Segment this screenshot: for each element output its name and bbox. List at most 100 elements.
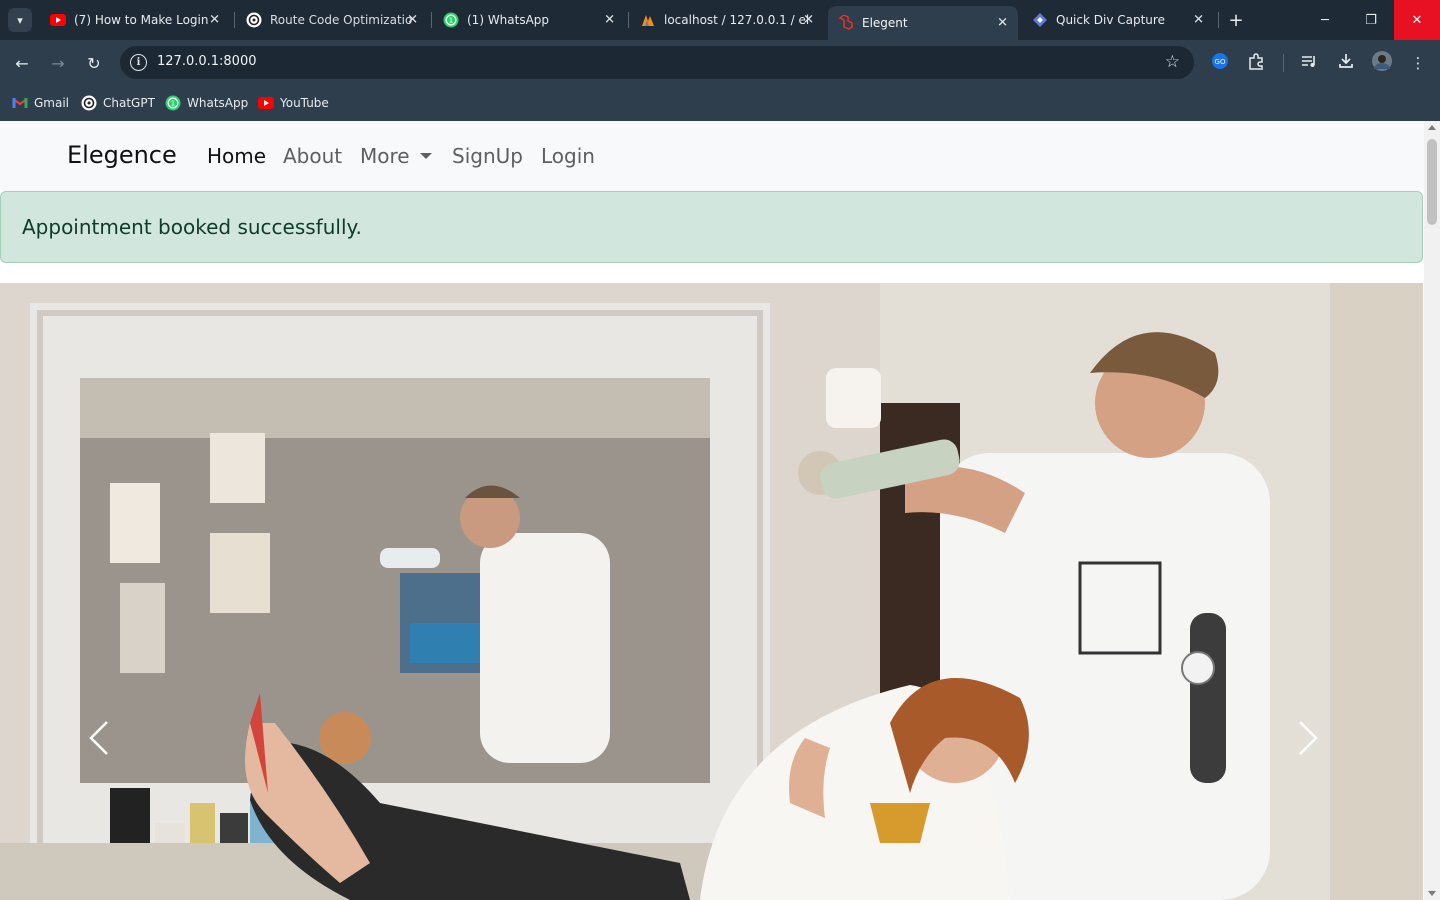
nav-dropdown-more[interactable]: More <box>360 144 432 168</box>
site-info-icon[interactable]: i <box>130 54 147 71</box>
address-url[interactable]: 127.0.0.1:8000 <box>157 54 257 69</box>
bookmarks-bar: Gmail ChatGPT 1 WhatsApp YouTube <box>0 85 1440 121</box>
tab-title: (1) WhatsApp <box>467 13 550 27</box>
downloads-button[interactable] <box>1334 51 1358 75</box>
minimize-window-button[interactable]: ─ <box>1302 0 1348 40</box>
reload-button[interactable]: ↻ <box>82 51 106 75</box>
tab-search-button[interactable]: ▾ <box>8 8 32 32</box>
svg-text:1: 1 <box>449 17 453 25</box>
tab-title: localhost / 127.0.0.1 / el <box>664 13 810 27</box>
restore-window-button[interactable]: ❐ <box>1348 0 1394 40</box>
chatgpt-icon <box>81 95 97 111</box>
kebab-menu-icon: ⋮ <box>1410 54 1426 72</box>
scroll-down-arrow-icon[interactable] <box>1428 891 1436 896</box>
download-icon <box>1337 52 1355 74</box>
extension-button[interactable]: GO <box>1208 51 1232 75</box>
bookmark-label: WhatsApp <box>187 96 249 110</box>
tab-separator <box>628 12 629 28</box>
browser-tab[interactable]: Route Code Optimizatio ✕ <box>236 6 428 34</box>
tab-title: Elegent <box>862 16 908 30</box>
nav-dropdown-label: More <box>360 144 410 168</box>
toolbar-separator <box>1283 54 1284 72</box>
bookmark-youtube[interactable]: YouTube <box>258 92 329 114</box>
whatsapp-icon: 1 <box>165 95 181 111</box>
tab-separator <box>1218 12 1219 28</box>
youtube-icon <box>258 95 274 111</box>
profile-button[interactable] <box>1370 51 1394 75</box>
new-tab-button[interactable]: + <box>1225 9 1247 31</box>
tab-close-icon[interactable]: ✕ <box>997 16 1008 31</box>
browser-toolbar: ← → ↻ i 127.0.0.1:8000 ☆ GO ⋮ <box>0 40 1440 85</box>
scrollbar-thumb[interactable] <box>1427 139 1437 225</box>
chevron-left-icon <box>89 721 108 755</box>
nav-link-login[interactable]: Login <box>541 144 595 168</box>
browser-tab-strip: ▾ (7) How to Make Login ✕ Route Code Opt… <box>0 0 1440 40</box>
avatar <box>1371 50 1393 76</box>
youtube-icon <box>50 12 66 28</box>
carousel-prev-button[interactable] <box>87 718 127 768</box>
browser-tab[interactable]: localhost / 127.0.0.1 / el ✕ <box>630 6 824 34</box>
tab-separator <box>234 12 235 28</box>
minimize-icon: ─ <box>1321 12 1329 28</box>
carousel-next-button[interactable] <box>1296 718 1336 768</box>
tab-title: (7) How to Make Login <box>74 13 209 27</box>
tab-close-icon[interactable]: ✕ <box>1193 13 1204 28</box>
media-queue-icon <box>1300 52 1318 74</box>
browser-tab-active[interactable]: Elegent ✕ <box>828 6 1018 40</box>
bookmark-label: ChatGPT <box>103 96 155 110</box>
laravel-icon <box>838 15 854 31</box>
tab-title: Quick Div Capture <box>1056 13 1165 27</box>
browser-tab[interactable]: Quick Div Capture ✕ <box>1022 6 1214 34</box>
forward-button[interactable]: → <box>46 51 70 75</box>
nav-link-about[interactable]: About <box>283 144 342 168</box>
browser-menu-button[interactable]: ⋮ <box>1406 51 1430 75</box>
chatgpt-icon <box>246 12 262 28</box>
nav-link-signup[interactable]: SignUp <box>452 144 523 168</box>
site-brand[interactable]: Elegence <box>67 141 177 169</box>
success-alert: Appointment booked successfully. <box>0 191 1423 263</box>
bookmark-star-icon[interactable]: ☆ <box>1165 52 1180 72</box>
browser-tab[interactable]: (7) How to Make Login ✕ <box>40 6 230 34</box>
bookmark-label: Gmail <box>34 96 70 110</box>
gmail-icon <box>12 95 28 111</box>
close-window-button[interactable]: ✕ <box>1394 0 1440 40</box>
chevron-down-icon: ▾ <box>17 13 23 27</box>
svg-text:GO: GO <box>1215 58 1226 66</box>
whatsapp-icon: 1 <box>443 12 459 28</box>
browser-tab[interactable]: 1 (1) WhatsApp ✕ <box>433 6 625 34</box>
reading-list-button[interactable] <box>1297 51 1321 75</box>
page-viewport: Elegence Home About More SignUp Login Ap… <box>0 121 1424 900</box>
svg-text:1: 1 <box>171 100 175 108</box>
bookmark-label: YouTube <box>280 96 329 110</box>
tab-title: Route Code Optimizatio <box>270 13 413 27</box>
tab-close-icon[interactable]: ✕ <box>407 13 418 28</box>
page-scrollbar[interactable] <box>1424 121 1440 900</box>
tab-close-icon[interactable]: ✕ <box>604 13 615 28</box>
close-icon: ✕ <box>1411 12 1423 28</box>
puzzle-icon <box>1247 52 1265 74</box>
reload-icon: ↻ <box>87 53 101 73</box>
arrow-left-icon: ← <box>15 53 29 73</box>
bookmark-whatsapp[interactable]: 1 WhatsApp <box>165 92 248 114</box>
tab-close-icon[interactable]: ✕ <box>209 13 220 28</box>
tab-close-icon[interactable]: ✕ <box>803 13 814 28</box>
nav-link-home[interactable]: Home <box>207 144 266 168</box>
hero-carousel[interactable] <box>0 283 1423 900</box>
site-navbar: Elegence Home About More SignUp Login <box>0 121 1424 191</box>
carousel-slide-image <box>0 283 1423 900</box>
bookmark-chatgpt[interactable]: ChatGPT <box>81 92 155 114</box>
address-bar[interactable]: i 127.0.0.1:8000 ☆ <box>120 46 1194 79</box>
back-button[interactable]: ← <box>10 51 34 75</box>
extension-badge-icon: GO <box>1211 52 1229 74</box>
caret-down-icon <box>419 153 432 159</box>
plus-icon: + <box>1228 9 1244 31</box>
bookmark-gmail[interactable]: Gmail <box>12 92 69 114</box>
phpmyadmin-icon <box>640 12 656 28</box>
extensions-menu-button[interactable] <box>1244 51 1268 75</box>
chevron-right-icon <box>1299 721 1318 755</box>
extension-diamond-icon <box>1032 12 1048 28</box>
tab-separator <box>431 12 432 28</box>
arrow-right-icon: → <box>51 53 65 73</box>
restore-icon: ❐ <box>1365 12 1377 28</box>
scroll-up-arrow-icon[interactable] <box>1428 125 1436 130</box>
